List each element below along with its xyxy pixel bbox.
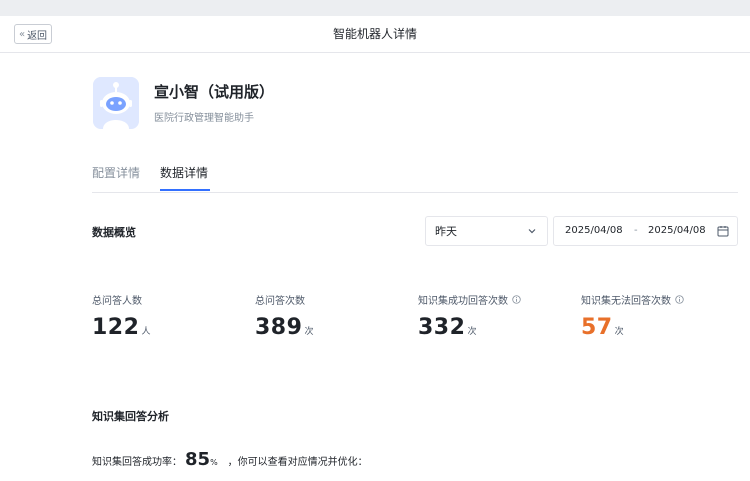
page-title: 智能机器人详情 (332, 27, 417, 41)
stat-total-questions: 389 次 (255, 315, 313, 340)
chevron-down-icon (528, 229, 536, 234)
stat-total-users: 122 人 (92, 315, 150, 340)
success-rate-value: 85 (182, 449, 227, 471)
stat-label-text: 知识集成功回答次数 (418, 296, 508, 307)
stat-value-text: 122 (92, 315, 140, 340)
info-icon[interactable] (675, 295, 684, 304)
browser-top-strip (0, 0, 750, 16)
date-start: 2025/04/08 (565, 225, 623, 236)
info-icon[interactable] (512, 295, 521, 304)
bot-name: 宣小智（试用版） (154, 83, 275, 101)
date-range-picker[interactable]: 2025/04/08 - 2025/04/08 (553, 216, 738, 246)
stat-label-text: 总问答人数 (92, 296, 142, 307)
stat-value-text: 389 (255, 315, 303, 340)
detail-tabs: 配置详情 数据详情 (92, 154, 738, 193)
active-tab-indicator (160, 189, 210, 191)
bot-avatar (93, 77, 139, 129)
period-select-value: 昨天 (435, 225, 457, 238)
stat-label-total-questions: 总问答次数 (255, 292, 305, 307)
rate-suffix: ，你可以查看对应情况并优化： (227, 457, 368, 468)
tab-data-details[interactable]: 数据详情 (160, 164, 208, 181)
stat-label-total-users: 总问答人数 (92, 292, 142, 307)
period-select[interactable]: 昨天 (425, 216, 548, 246)
success-rate-unit: % (210, 458, 218, 467)
stat-unanswered: 57 次 (581, 315, 624, 340)
main-content: 宣小智（试用版） 医院行政管理智能助手 配置详情 数据详情 数据概览 昨天 20… (0, 53, 750, 481)
stat-label-answered: 知识集成功回答次数 (418, 292, 521, 307)
stat-unit: 次 (304, 327, 314, 337)
stat-label-text: 知识集无法回答次数 (581, 296, 671, 307)
stat-label-text: 总问答次数 (255, 296, 305, 307)
stat-unit: 人 (141, 327, 151, 337)
analysis-title: 知识集回答分析 (92, 410, 169, 423)
date-end: 2025/04/08 (648, 225, 706, 236)
stat-unit: 次 (614, 327, 624, 337)
date-separator: - (634, 225, 638, 236)
stat-label-unanswered: 知识集无法回答次数 (581, 292, 684, 307)
stat-unit: 次 (467, 327, 477, 337)
robot-icon (93, 77, 139, 129)
calendar-icon (717, 226, 729, 237)
stat-value-text: 57 (581, 315, 613, 340)
page-header: « 返回 智能机器人详情 (0, 16, 750, 53)
success-rate-line: 知识集回答成功率： 85 % ，你可以查看对应情况并优化： (92, 449, 368, 471)
stat-answered: 332 次 (418, 315, 476, 340)
stat-value-text: 332 (418, 315, 466, 340)
overview-title: 数据概览 (92, 226, 136, 239)
rate-prefix: 知识集回答成功率： (92, 457, 182, 468)
tab-config-details[interactable]: 配置详情 (92, 164, 140, 181)
bot-description: 医院行政管理智能助手 (154, 113, 254, 124)
